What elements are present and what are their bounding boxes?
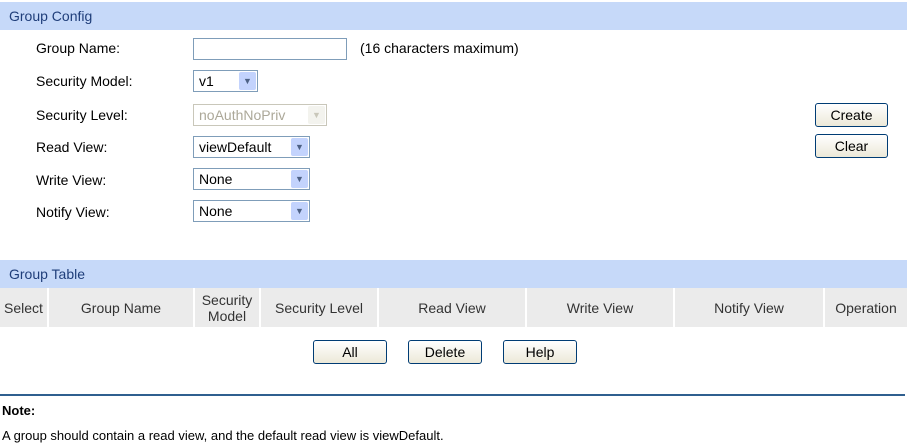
- write-view-label: Write View:: [36, 172, 107, 188]
- col-select: Select: [0, 288, 49, 327]
- security-level-value: noAuthNoPriv: [199, 107, 286, 123]
- notify-view-select[interactable]: None ▼: [193, 200, 310, 222]
- col-group-name: Group Name: [49, 288, 195, 327]
- col-write-view: Write View: [527, 288, 675, 327]
- all-button[interactable]: All: [313, 340, 387, 364]
- help-button[interactable]: Help: [503, 340, 577, 364]
- chevron-down-icon: ▼: [291, 138, 308, 156]
- group-config-header: Group Config: [0, 2, 907, 30]
- group-name-label: Group Name:: [36, 40, 121, 56]
- divider: [0, 394, 905, 396]
- chevron-down-icon: ▼: [291, 202, 308, 220]
- note-text: A group should contain a read view, and …: [2, 428, 444, 443]
- chevron-down-icon: ▼: [308, 106, 325, 124]
- col-notify-view: Notify View: [675, 288, 825, 327]
- col-read-view: Read View: [379, 288, 527, 327]
- clear-button[interactable]: Clear: [815, 134, 888, 158]
- chevron-down-icon: ▼: [239, 72, 256, 90]
- notify-view-label: Notify View:: [36, 204, 110, 220]
- security-model-value: v1: [199, 73, 214, 89]
- delete-button[interactable]: Delete: [408, 340, 482, 364]
- chevron-down-icon: ▼: [291, 170, 308, 188]
- read-view-select[interactable]: viewDefault ▼: [193, 136, 310, 158]
- security-level-select: noAuthNoPriv ▼: [193, 104, 327, 126]
- group-table-header: Group Table: [0, 260, 907, 288]
- security-model-label: Security Model:: [36, 73, 133, 89]
- write-view-select[interactable]: None ▼: [193, 168, 310, 190]
- col-security-level: Security Level: [261, 288, 379, 327]
- col-operation: Operation: [825, 288, 907, 327]
- security-level-label: Security Level:: [36, 107, 128, 123]
- note-title: Note:: [2, 403, 36, 418]
- read-view-value: viewDefault: [199, 139, 272, 155]
- create-button[interactable]: Create: [815, 103, 888, 127]
- read-view-label: Read View:: [36, 139, 108, 155]
- group-name-hint: (16 characters maximum): [360, 40, 519, 56]
- write-view-value: None: [199, 171, 233, 187]
- security-model-select[interactable]: v1 ▼: [193, 70, 258, 92]
- group-name-input[interactable]: [193, 38, 347, 60]
- notify-view-value: None: [199, 203, 233, 219]
- col-security-model: Security Model: [195, 288, 261, 327]
